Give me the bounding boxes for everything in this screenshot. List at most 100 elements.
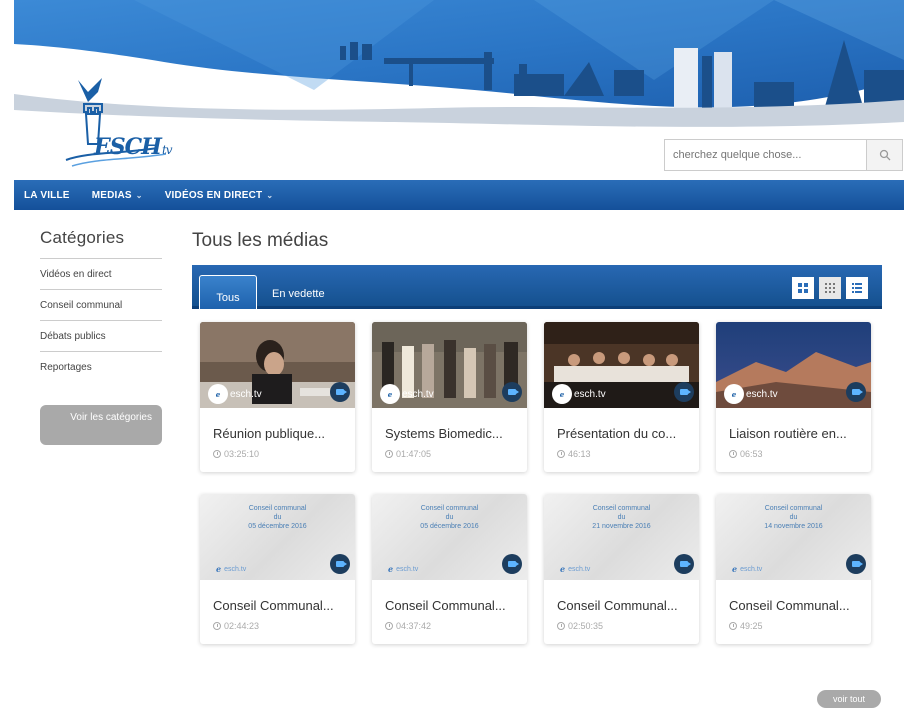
video-thumbnail[interactable]: e esch.tv: [200, 322, 355, 408]
chevron-down-icon: ⌄: [135, 190, 143, 200]
clock-icon: [557, 450, 565, 458]
watermark-text: esch.tv: [574, 388, 606, 400]
clock-icon: [213, 622, 221, 630]
esch-tv-watermark: e esch.tv: [732, 564, 762, 574]
see-all-categories-button[interactable]: Voir les catégories: [40, 405, 162, 445]
video-camera-icon: [846, 382, 866, 402]
watermark-text: esch.tv: [224, 565, 247, 573]
watermark-logo: e: [560, 564, 566, 574]
nav-item-medias[interactable]: MEDIAS ⌄: [92, 190, 143, 201]
categories-sidebar: Catégories Vidéos en direct Conseil comm…: [40, 228, 162, 445]
media-card[interactable]: Conseil communal du 21 novembre 2016 e es…: [544, 494, 699, 644]
video-camera-icon: [846, 554, 866, 574]
tab-en-vedette[interactable]: En vedette: [272, 288, 325, 300]
clock-icon: [729, 450, 737, 458]
media-card[interactable]: e esch.tv Systems Biomedic... 01:47:05: [372, 322, 527, 472]
thumbnail-caption: Conseil communal du 05 décembre 2016: [200, 504, 355, 531]
media-card[interactable]: Conseil communal du 05 décembre 2016 e es…: [372, 494, 527, 644]
video-thumbnail[interactable]: e esch.tv: [544, 322, 699, 408]
watermark-text: esch.tv: [746, 388, 778, 400]
thumbnail-caption: Conseil communal du 05 décembre 2016: [372, 504, 527, 531]
media-card[interactable]: Conseil communal du 05 décembre 2016 e es…: [200, 494, 355, 644]
search-button[interactable]: [866, 140, 902, 170]
watermark-logo: e: [388, 564, 394, 574]
esch-tv-watermark: e esch.tv: [724, 384, 778, 404]
card-title[interactable]: Présentation du co...: [544, 408, 699, 441]
caption-line: du: [445, 514, 454, 521]
nav-item-la-ville[interactable]: LA VILLE: [24, 190, 70, 201]
caption-line: 21 novembre 2016: [592, 523, 651, 530]
card-title[interactable]: Conseil Communal...: [716, 580, 871, 613]
see-all-button[interactable]: voir tout: [817, 690, 881, 708]
watermark-logo: e: [724, 384, 744, 404]
view-toggle-group: [792, 277, 868, 299]
grid-small-view-button[interactable]: [819, 277, 841, 299]
thumbnail-caption: Conseil communal du 14 novembre 2016: [716, 504, 871, 531]
caption-line: du: [789, 514, 798, 521]
category-item-reportages[interactable]: Reportages: [40, 351, 162, 382]
watermark-logo: e: [216, 564, 222, 574]
grid-small-icon: [825, 283, 835, 293]
watermark-text: esch.tv: [230, 388, 262, 400]
card-title[interactable]: Conseil Communal...: [372, 580, 527, 613]
video-camera-icon: [502, 554, 522, 574]
watermark-text: esch.tv: [568, 565, 591, 573]
card-title[interactable]: Conseil Communal...: [200, 580, 355, 613]
duration-text: 03:25:10: [224, 449, 260, 459]
logo-wordmark: ESCHtv: [94, 134, 173, 160]
clock-icon: [557, 622, 565, 630]
watermark-text: esch.tv: [396, 565, 419, 573]
clock-icon: [213, 450, 221, 458]
media-card[interactable]: Conseil communal du 14 novembre 2016 e es…: [716, 494, 871, 644]
video-thumbnail[interactable]: e esch.tv: [372, 322, 527, 408]
video-camera-icon: [330, 382, 350, 402]
media-grid: e esch.tv Réunion publique... 03:25:10 e…: [200, 322, 871, 644]
caption-line: Conseil communal: [764, 505, 823, 512]
duration-text: 46:13: [568, 449, 591, 459]
media-card[interactable]: e esch.tv Réunion publique... 03:25:10: [200, 322, 355, 472]
thumbnail-caption: Conseil communal du 21 novembre 2016: [544, 504, 699, 531]
search-input[interactable]: [665, 140, 866, 170]
video-camera-icon: [674, 554, 694, 574]
sidebar-title: Catégories: [40, 228, 125, 247]
clock-icon: [729, 622, 737, 630]
main-nav: LA VILLE MEDIAS ⌄ VIDÉOS EN DIRECT ⌄: [14, 180, 904, 210]
card-duration: 46:13: [544, 441, 699, 459]
esch-tv-watermark: e esch.tv: [380, 384, 434, 404]
tab-tous[interactable]: Tous: [199, 275, 257, 309]
video-thumbnail[interactable]: e esch.tv: [716, 322, 871, 408]
category-item-conseil-communal[interactable]: Conseil communal: [40, 289, 162, 320]
caption-line: 05 décembre 2016: [420, 523, 479, 530]
video-thumbnail[interactable]: Conseil communal du 14 novembre 2016 e es…: [716, 494, 871, 580]
watermark-logo: e: [732, 564, 738, 574]
grid-large-view-button[interactable]: [792, 277, 814, 299]
card-title[interactable]: Liaison routière en...: [716, 408, 871, 441]
list-view-button[interactable]: [846, 277, 868, 299]
caption-line: Conseil communal: [420, 505, 479, 512]
video-thumbnail[interactable]: Conseil communal du 05 décembre 2016 e es…: [372, 494, 527, 580]
video-camera-icon: [502, 382, 522, 402]
card-duration: 03:25:10: [200, 441, 355, 459]
watermark-logo: e: [380, 384, 400, 404]
search-box: [664, 139, 903, 171]
card-title[interactable]: Conseil Communal...: [544, 580, 699, 613]
nav-item-videos-en-direct[interactable]: VIDÉOS EN DIRECT ⌄: [165, 190, 274, 201]
header-banner: ESCHtv: [14, 0, 904, 180]
watermark-logo: e: [552, 384, 572, 404]
media-card[interactable]: e esch.tv Présentation du co... 46:13: [544, 322, 699, 472]
card-title[interactable]: Systems Biomedic...: [372, 408, 527, 441]
chevron-down-icon: ⌄: [266, 190, 274, 200]
media-card[interactable]: e esch.tv Liaison routière en... 06:53: [716, 322, 871, 472]
page-title: Tous les médias: [192, 230, 329, 251]
clock-icon: [385, 622, 393, 630]
card-duration: 02:50:35: [544, 613, 699, 631]
video-thumbnail[interactable]: Conseil communal du 21 novembre 2016 e es…: [544, 494, 699, 580]
card-duration: 04:37:42: [372, 613, 527, 631]
grid-large-icon: [798, 283, 808, 293]
category-item-debats-publics[interactable]: Débats publics: [40, 320, 162, 351]
nav-label: VIDÉOS EN DIRECT: [164, 189, 263, 201]
category-item-videos-en-direct[interactable]: Vidéos en direct: [40, 258, 162, 289]
card-title[interactable]: Réunion publique...: [200, 408, 355, 441]
video-camera-icon: [674, 382, 694, 402]
video-thumbnail[interactable]: Conseil communal du 05 décembre 2016 e es…: [200, 494, 355, 580]
